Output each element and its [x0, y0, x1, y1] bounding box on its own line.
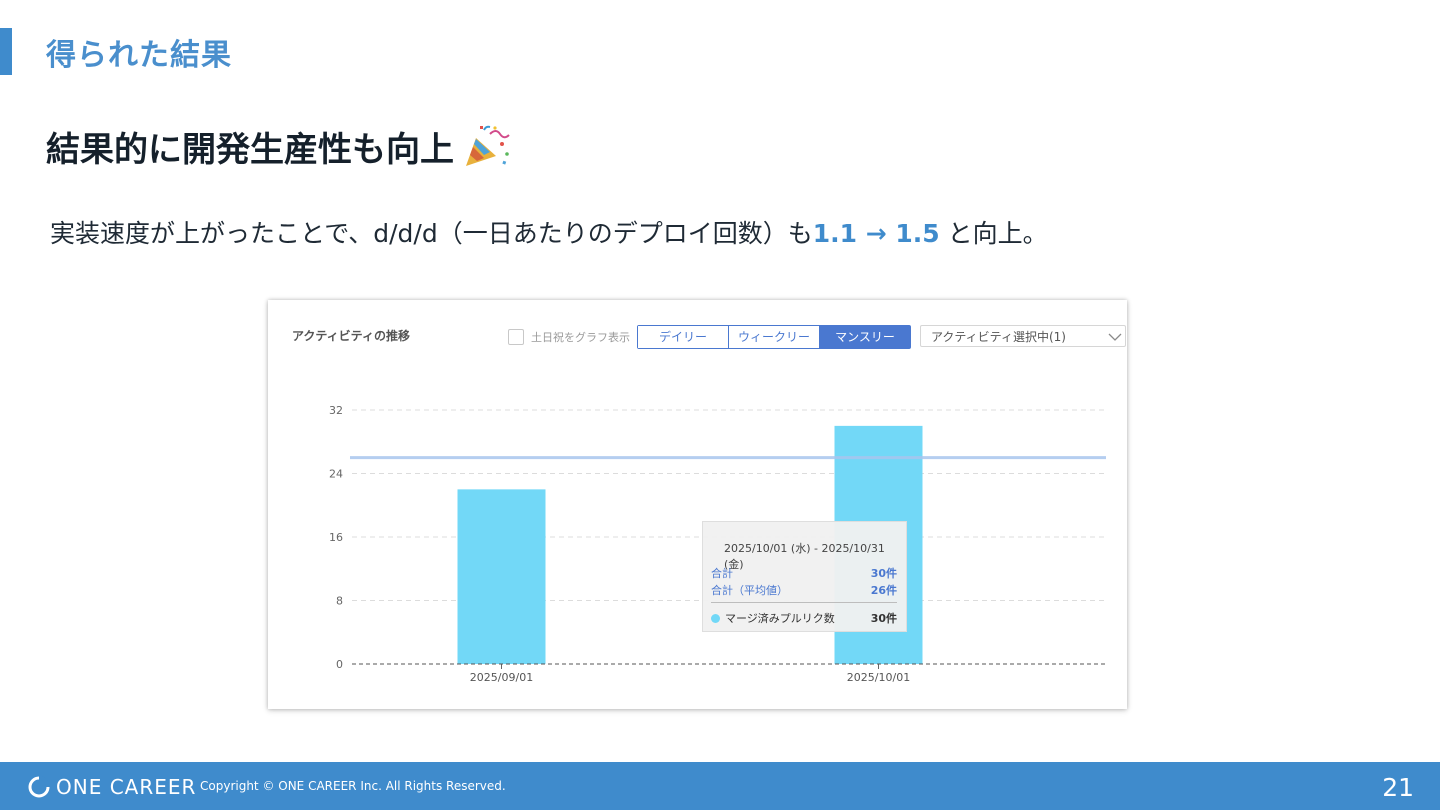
logo-text: ONE CAREER: [56, 775, 197, 799]
heading-text: 結果的に開発生産性も向上: [46, 130, 454, 170]
tooltip-avg-row: 合計（平均値） 26件: [711, 582, 897, 598]
summary-text-tail: と向上。: [939, 219, 1048, 248]
tooltip-divider: [711, 602, 897, 603]
y-tick-label: 32: [329, 404, 343, 417]
tooltip-total-row: 合計 30件: [711, 565, 897, 581]
section-accent-bar: [0, 28, 12, 75]
section-title: 得られた結果: [46, 38, 232, 73]
tooltip-avg-value: 26件: [870, 584, 897, 597]
tooltip-avg-label: 合計（平均値）: [711, 584, 788, 597]
y-tick-label: 0: [336, 658, 343, 671]
tooltip-total-value: 30件: [870, 567, 897, 580]
x-tick-label: 2025/10/01: [847, 671, 910, 684]
y-tick-label: 8: [336, 595, 343, 608]
y-tick-label: 16: [329, 531, 343, 544]
summary-text: 実装速度が上がったことで、d/d/d（一日あたりのデプロイ回数）も1.1 → 1…: [50, 214, 1048, 250]
tooltip-total-label: 合計: [711, 567, 733, 580]
x-tick-label: 2025/09/01: [470, 671, 533, 684]
copyright-text: Copyright © ONE CAREER Inc. All Rights R…: [200, 779, 506, 793]
activity-chart: 0 8 16 24 32 2025/09/01 2025/10/01: [329, 404, 1106, 684]
footer-bar: ONE CAREER Copyright © ONE CAREER Inc. A…: [0, 762, 1440, 810]
activity-panel: アクティビティの推移 土日祝をグラフ表示 デイリー ウィークリー マンスリー ア…: [268, 300, 1127, 709]
tooltip-series-row: マージ済みプルリク数 30件: [711, 610, 897, 626]
party-popper-icon: [462, 124, 512, 170]
bar: [457, 489, 546, 664]
series-color-dot: [711, 614, 720, 623]
company-logo: ONE CAREER: [28, 775, 196, 799]
one-career-logo-icon: [28, 776, 50, 798]
summary-highlight: 1.1 → 1.5: [812, 219, 940, 248]
y-tick-label: 24: [329, 468, 343, 481]
tooltip-series-label: マージ済みプルリク数: [725, 612, 835, 625]
tooltip-series-value: 30件: [870, 612, 897, 625]
summary-text-lead: 実装速度が上がったことで、d/d/d（一日あたりのデプロイ回数）も: [50, 219, 813, 248]
page-number: 21: [1382, 773, 1414, 802]
slide-heading: 結果的に開発生産性も向上: [46, 122, 512, 171]
chart-tooltip: 2025/10/01 (水) - 2025/10/31 (金) 合計 30件 合…: [702, 521, 907, 632]
